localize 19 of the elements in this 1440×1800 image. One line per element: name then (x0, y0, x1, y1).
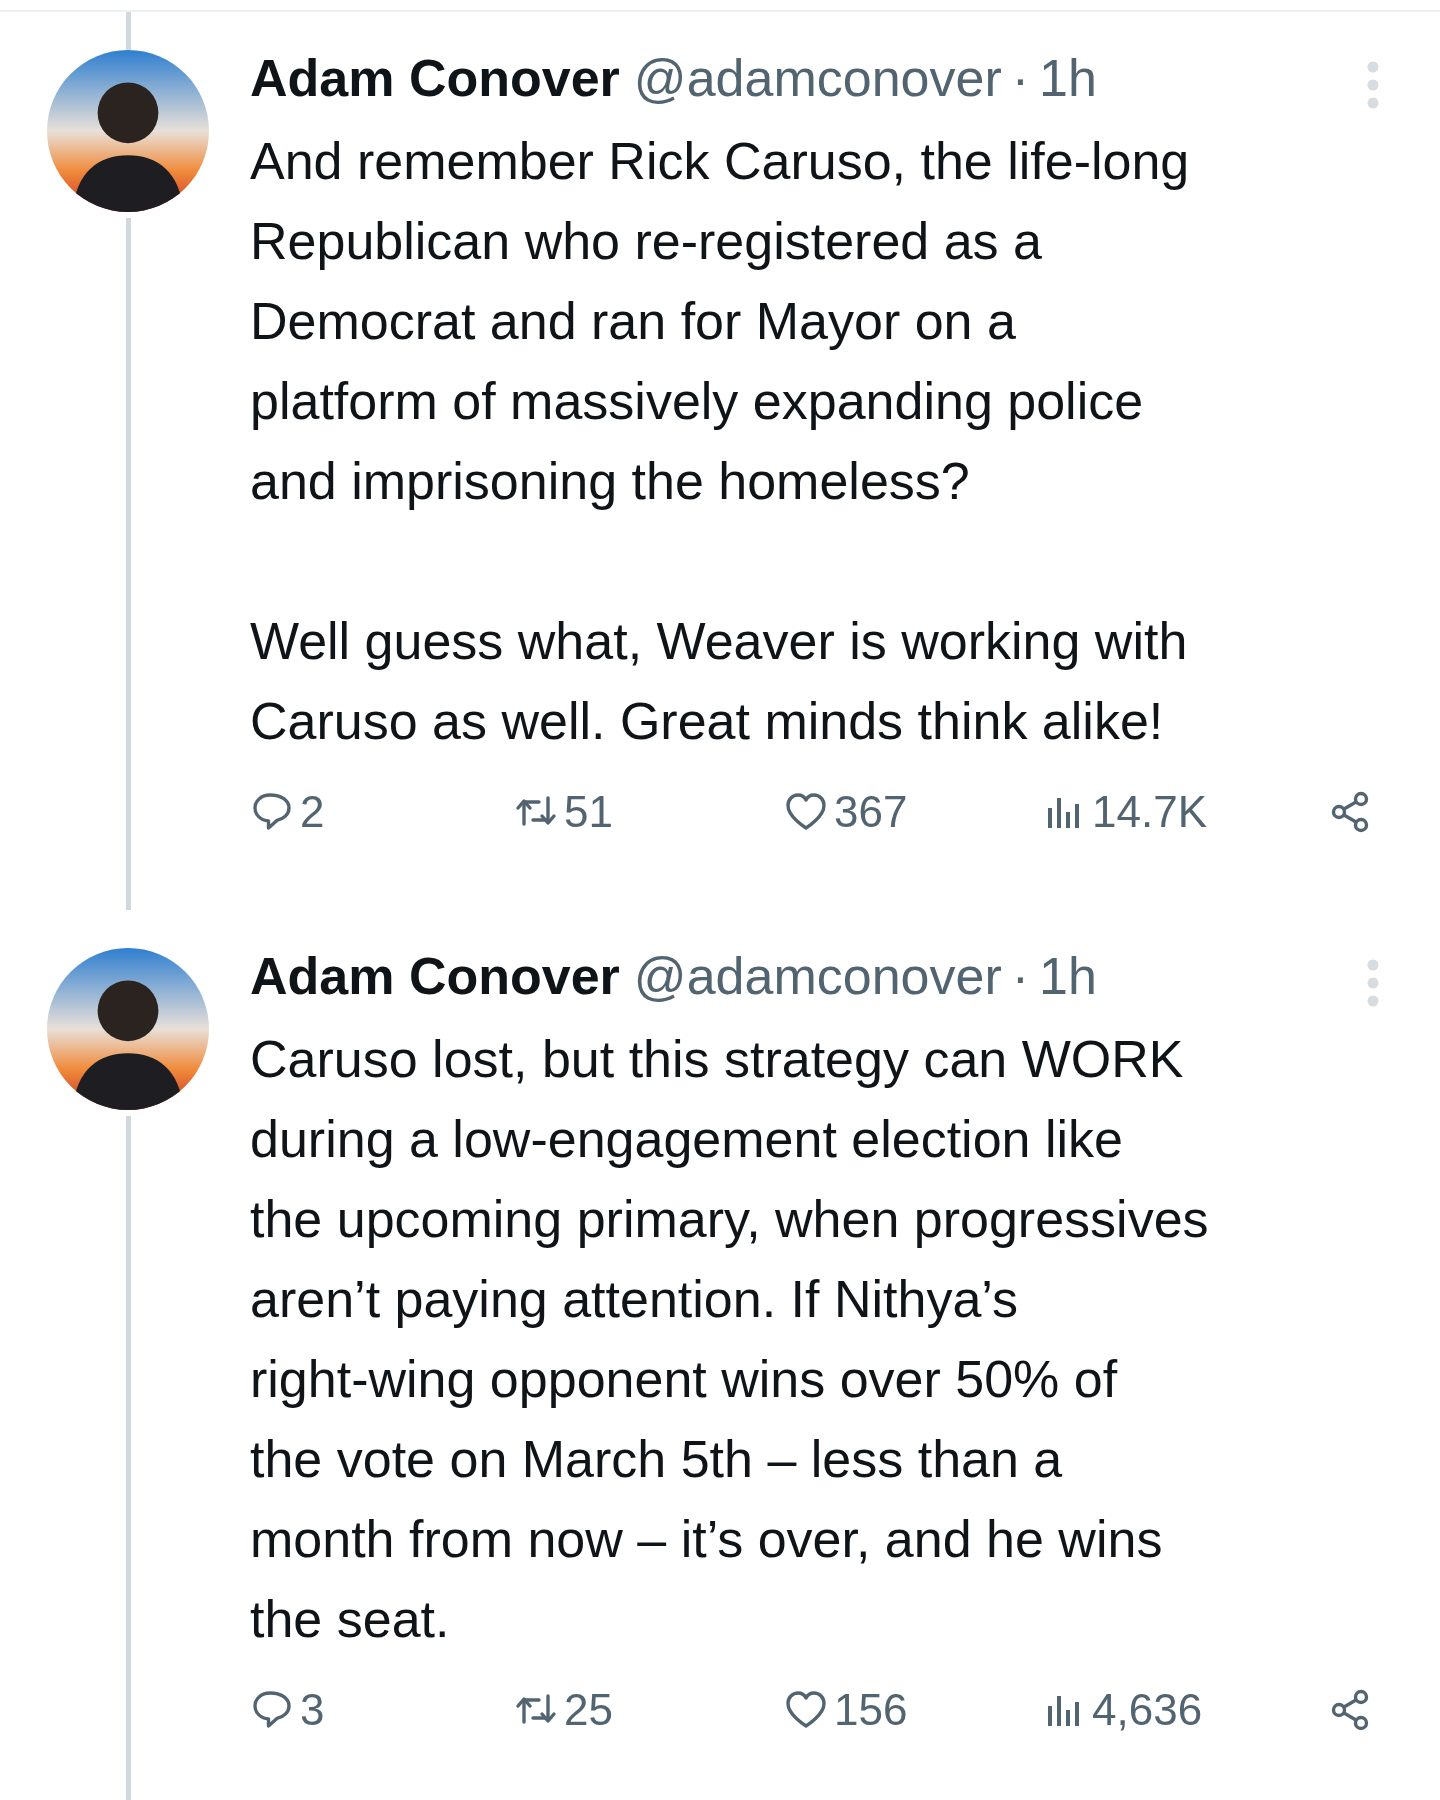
post-text: Caruso lost, but this strategy can WORK during a low-engagement election like the upcoming primary, when progressives aren’t paying attention. If Nithya’s right-wing opponent wins over 50% of the vote on March 5th – less than a month from now – it’s over, and he wins the seat. (250, 1029, 1210, 1650)
post-text: And remember Rick Caruso, the life-long Republican who re-registered as a Democrat and ran for Mayor on a platform of massively expanding police and imprisoning the homeless? (250, 131, 1191, 512)
views-count: 14.7K (1092, 787, 1207, 837)
post-text: Well guess what, Weaver is working with Caruso as well. Great minds think alike! (250, 611, 1189, 752)
author-name[interactable]: Adam Conover (250, 946, 620, 1006)
user-handle[interactable]: @adamconover (633, 946, 1002, 1006)
user-handle[interactable]: @adamconover (633, 48, 1002, 108)
repost-count: 25 (564, 1685, 613, 1735)
views-count: 4,636 (1092, 1685, 1203, 1735)
like-count: 156 (834, 1685, 908, 1735)
like-count: 367 (834, 787, 908, 837)
reply-count: 2 (300, 787, 325, 837)
post-time[interactable]: 1h (1039, 48, 1097, 108)
repost-count: 51 (564, 787, 613, 837)
author-name[interactable]: Adam Conover (250, 48, 620, 108)
separator-dot: · (1011, 946, 1030, 1006)
separator-dot: · (1011, 48, 1030, 108)
reply-count: 3 (300, 1685, 325, 1735)
post-time[interactable]: 1h (1039, 946, 1097, 1006)
